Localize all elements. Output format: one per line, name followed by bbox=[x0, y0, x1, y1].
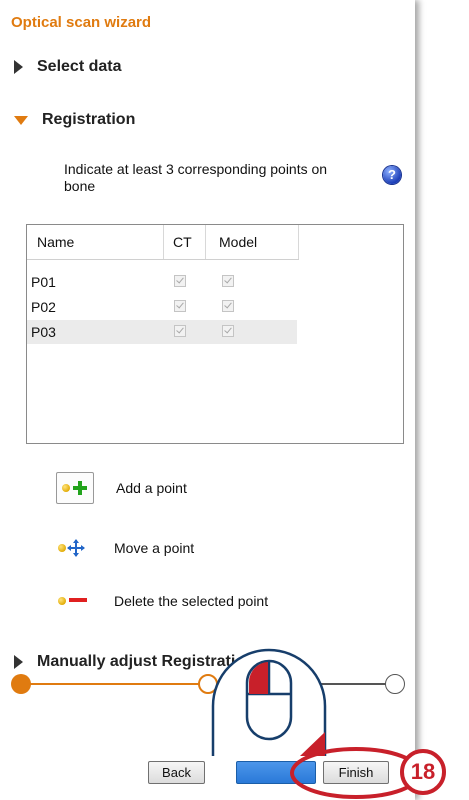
model-checkbox[interactable] bbox=[222, 325, 234, 337]
expand-arrow-icon bbox=[14, 655, 23, 669]
column-divider bbox=[298, 225, 299, 259]
column-divider bbox=[205, 225, 206, 259]
back-button[interactable]: Back bbox=[148, 761, 205, 784]
progress-line-complete bbox=[24, 683, 208, 685]
ct-checkbox[interactable] bbox=[174, 275, 186, 287]
move-point-label: Move a point bbox=[114, 540, 195, 556]
point-name: P02 bbox=[31, 299, 56, 315]
point-name: P01 bbox=[31, 274, 56, 290]
section-label: Select data bbox=[37, 58, 122, 75]
step-node-1 bbox=[11, 674, 31, 694]
column-header-model[interactable]: Model bbox=[219, 234, 257, 250]
wizard-title: Optical scan wizard bbox=[11, 14, 152, 31]
point-name: P03 bbox=[31, 324, 56, 340]
delete-point-tool[interactable]: Delete the selected point bbox=[56, 586, 268, 616]
ct-checkbox[interactable] bbox=[174, 325, 186, 337]
mouse-click-icon bbox=[211, 648, 327, 756]
section-select-data[interactable]: Select data bbox=[14, 58, 121, 76]
collapse-arrow-icon bbox=[14, 115, 28, 125]
step-node-3 bbox=[385, 674, 405, 694]
registration-instruction: Indicate at least 3 corresponding points… bbox=[64, 161, 328, 194]
ct-checkbox[interactable] bbox=[174, 300, 186, 312]
section-registration[interactable]: Registration bbox=[14, 111, 135, 129]
wizard-panel: Optical scan wizard Select data Registra… bbox=[0, 0, 415, 800]
points-table[interactable]: Name CT Model P01 P02 P03 bbox=[26, 224, 404, 444]
move-point-icon bbox=[56, 533, 92, 563]
help-question-icon[interactable]: ? bbox=[383, 166, 401, 184]
section-label: Registration bbox=[42, 111, 136, 128]
expand-arrow-icon bbox=[14, 60, 23, 74]
delete-point-label: Delete the selected point bbox=[114, 593, 269, 609]
column-divider bbox=[163, 225, 164, 259]
step-number-badge: 18 bbox=[400, 749, 446, 795]
delete-point-icon bbox=[56, 586, 92, 616]
model-checkbox[interactable] bbox=[222, 300, 234, 312]
table-header: Name CT Model bbox=[27, 225, 299, 260]
finish-highlight-ellipse bbox=[290, 747, 415, 799]
model-checkbox[interactable] bbox=[222, 275, 234, 287]
add-point-tool[interactable]: Add a point bbox=[56, 472, 187, 504]
column-header-name[interactable]: Name bbox=[37, 234, 74, 250]
move-point-tool[interactable]: Move a point bbox=[56, 533, 194, 563]
column-header-ct[interactable]: CT bbox=[173, 234, 192, 250]
add-point-icon bbox=[56, 472, 94, 504]
table-row-selected[interactable]: P03 bbox=[27, 320, 297, 344]
add-point-label: Add a point bbox=[116, 480, 187, 496]
table-row[interactable]: P01 bbox=[27, 270, 297, 294]
table-row[interactable]: P02 bbox=[27, 295, 297, 319]
